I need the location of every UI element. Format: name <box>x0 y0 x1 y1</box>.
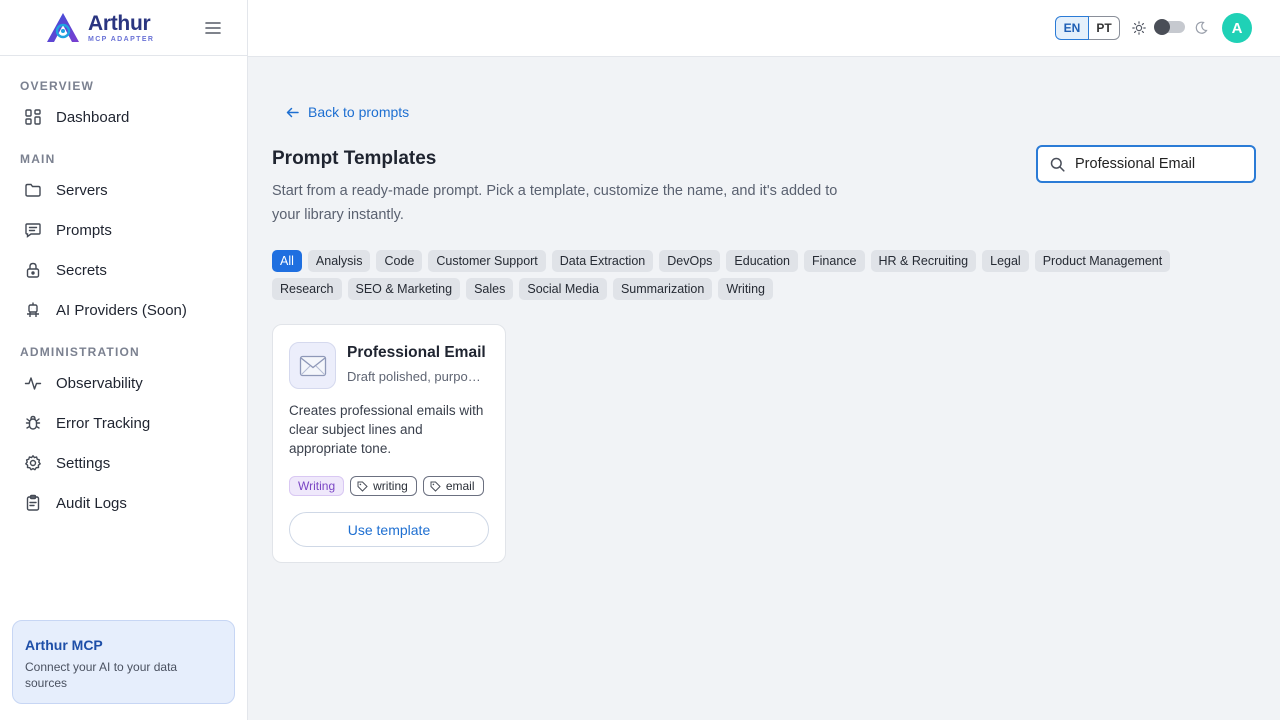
category-chip-seo-marketing[interactable]: SEO & Marketing <box>347 278 461 300</box>
sidebar: Arthur MCP ADAPTER OVERVIEW Dashboard MA… <box>0 0 248 720</box>
tag-label: writing <box>373 479 408 493</box>
category-chip-hr-recruiting[interactable]: HR & Recruiting <box>870 250 977 272</box>
category-chip-sales[interactable]: Sales <box>466 278 514 300</box>
category-chip-devops[interactable]: DevOps <box>659 250 721 272</box>
sidebar-item-ai-providers[interactable]: AI Providers (Soon) <box>0 290 247 330</box>
category-chip-code[interactable]: Code <box>376 250 423 272</box>
template-title: Professional Email <box>347 344 486 361</box>
sidebar-item-observability[interactable]: Observability <box>0 363 247 403</box>
sidebar-item-label: Error Tracking <box>56 414 151 432</box>
template-category-badge: Writing <box>289 476 345 496</box>
category-filter: All Analysis Code Customer Support Data … <box>272 250 1212 300</box>
bug-icon <box>25 415 41 430</box>
promo-card: Arthur MCP Connect your AI to your data … <box>12 620 235 704</box>
category-chip-research[interactable]: Research <box>272 278 342 300</box>
language-switcher: EN PT <box>1055 16 1120 40</box>
category-chip-writing[interactable]: Writing <box>718 278 773 300</box>
template-description: Creates professional emails with clear s… <box>289 403 484 456</box>
sidebar-item-error-tracking[interactable]: Error Tracking <box>0 403 247 443</box>
sidebar-item-prompts[interactable]: Prompts <box>0 210 247 250</box>
sidebar-item-secrets[interactable]: Secrets <box>0 250 247 290</box>
folder-icon <box>25 183 41 197</box>
nav-section-administration: ADMINISTRATION <box>20 345 140 359</box>
tag-badge: writing <box>350 476 417 496</box>
template-icon-tile <box>289 342 336 389</box>
hamburger-menu-icon[interactable] <box>204 19 222 37</box>
category-chip-social-media[interactable]: Social Media <box>519 278 607 300</box>
arthur-logo-icon <box>47 12 79 42</box>
tag-icon <box>430 481 441 492</box>
back-to-prompts-link[interactable]: Back to prompts <box>286 104 409 120</box>
template-subtitle: Draft polished, purposeful emails <box>347 369 487 384</box>
category-chip-finance[interactable]: Finance <box>804 250 865 272</box>
tag-badge: email <box>422 476 484 496</box>
nav-section-main: MAIN <box>20 152 56 166</box>
nav-section-overview: OVERVIEW <box>20 79 95 93</box>
tag-label: email <box>445 479 475 493</box>
robot-icon <box>27 302 39 317</box>
search-input[interactable] <box>1075 156 1245 172</box>
lock-icon <box>26 262 40 278</box>
sun-icon <box>1132 21 1146 35</box>
category-chip-legal[interactable]: Legal <box>982 250 1029 272</box>
tag-icon <box>357 481 368 492</box>
language-pt-button[interactable]: PT <box>1089 16 1120 40</box>
category-chip-data-extraction[interactable]: Data Extraction <box>551 250 654 272</box>
brand-header: Arthur MCP ADAPTER <box>0 0 247 56</box>
category-chip-summarization[interactable]: Summarization <box>612 278 713 300</box>
moon-icon <box>1195 21 1208 34</box>
use-template-button[interactable]: Use template <box>289 512 489 547</box>
arrow-left-icon <box>286 107 299 117</box>
search-icon <box>1050 157 1065 172</box>
sidebar-item-label: Prompts <box>56 221 112 239</box>
brand-subtitle: MCP ADAPTER <box>88 35 155 43</box>
category-chip-customer-support[interactable]: Customer Support <box>428 250 546 272</box>
search-box <box>1036 145 1256 183</box>
template-card: Professional Email Draft polished, purpo… <box>272 324 506 563</box>
template-tags: Writing writing email <box>289 476 484 496</box>
category-chip-product-management[interactable]: Product Management <box>1034 250 1171 272</box>
envelope-icon <box>299 355 326 376</box>
theme-toggle[interactable] <box>1154 19 1185 35</box>
sidebar-item-servers[interactable]: Servers <box>0 170 247 210</box>
category-chip-education[interactable]: Education <box>726 250 799 272</box>
page-title: Prompt Templates <box>272 148 437 169</box>
sidebar-item-label: Observability <box>56 374 143 392</box>
category-chip-analysis[interactable]: Analysis <box>307 250 371 272</box>
top-bar: EN PT A <box>248 0 1280 57</box>
clipboard-icon <box>26 494 40 511</box>
message-icon <box>25 223 41 238</box>
sidebar-item-dashboard[interactable]: Dashboard <box>0 97 247 137</box>
dashboard-icon <box>25 109 41 125</box>
sidebar-item-label: Settings <box>56 454 111 472</box>
sidebar-item-label: Audit Logs <box>56 494 127 512</box>
back-label: Back to prompts <box>308 104 410 120</box>
category-chip-all[interactable]: All <box>272 250 302 272</box>
gear-icon <box>25 455 41 471</box>
sidebar-item-label: Secrets <box>56 261 107 279</box>
promo-description: Connect your AI to your data sources <box>25 660 178 690</box>
sidebar-item-label: Servers <box>56 181 108 199</box>
user-avatar[interactable]: A <box>1222 13 1252 43</box>
page-description: Start from a ready-made prompt. Pick a t… <box>272 183 838 223</box>
activity-icon <box>24 377 42 390</box>
sidebar-item-audit-logs[interactable]: Audit Logs <box>0 483 247 523</box>
language-en-button[interactable]: EN <box>1055 16 1089 40</box>
brand-name: Arthur <box>88 11 151 35</box>
theme-toggle-knob <box>1154 19 1170 35</box>
sidebar-item-settings[interactable]: Settings <box>0 443 247 483</box>
sidebar-item-label: AI Providers (Soon) <box>56 301 187 319</box>
promo-title: Arthur MCP <box>25 637 103 653</box>
sidebar-item-label: Dashboard <box>56 108 130 126</box>
